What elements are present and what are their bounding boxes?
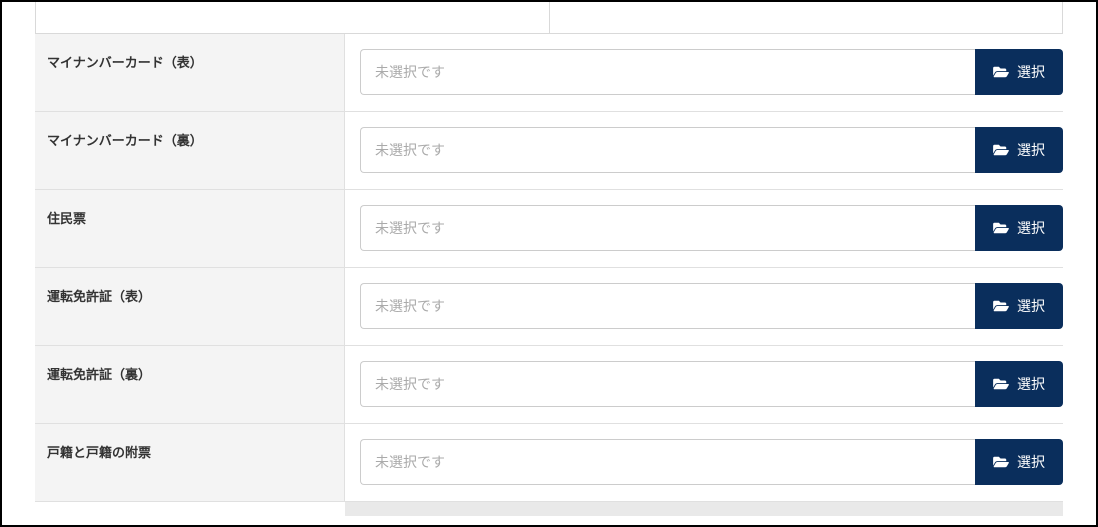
select-button-label: 選択: [1017, 62, 1045, 82]
folder-open-icon: [993, 377, 1009, 391]
file-input-license-front[interactable]: 未選択です: [360, 283, 975, 329]
select-button-license-back[interactable]: 選択: [975, 361, 1063, 407]
select-button-label: 選択: [1017, 218, 1045, 238]
select-button-label: 選択: [1017, 296, 1045, 316]
select-button-mynumber-back[interactable]: 選択: [975, 127, 1063, 173]
file-input-license-back[interactable]: 未選択です: [360, 361, 975, 407]
upload-row-koseki: 戸籍と戸籍の附票 未選択です 選択: [35, 424, 1063, 502]
folder-open-icon: [993, 299, 1009, 313]
select-button-label: 選択: [1017, 140, 1045, 160]
label-license-back: 運転免許証（裏）: [35, 346, 345, 423]
select-button-koseki[interactable]: 選択: [975, 439, 1063, 485]
input-cell: 未選択です 選択: [345, 190, 1063, 267]
input-cell: 未選択です 選択: [345, 424, 1063, 501]
folder-open-icon: [993, 455, 1009, 469]
folder-open-icon: [993, 143, 1009, 157]
file-input-mynumber-front[interactable]: 未選択です: [360, 49, 975, 95]
file-input-koseki[interactable]: 未選択です: [360, 439, 975, 485]
select-button-juminhyo[interactable]: 選択: [975, 205, 1063, 251]
select-button-mynumber-front[interactable]: 選択: [975, 49, 1063, 95]
file-input-juminhyo[interactable]: 未選択です: [360, 205, 975, 251]
upload-row-juminhyo: 住民票 未選択です 選択: [35, 190, 1063, 268]
upload-row-license-front: 運転免許証（表） 未選択です 選択: [35, 268, 1063, 346]
label-mynumber-front: マイナンバーカード（表）: [35, 34, 345, 111]
upload-row-mynumber-front: マイナンバーカード（表） 未選択です 選択: [35, 34, 1063, 112]
folder-open-icon: [993, 221, 1009, 235]
file-input-mynumber-back[interactable]: 未選択です: [360, 127, 975, 173]
label-juminhyo: 住民票: [35, 190, 345, 267]
select-button-label: 選択: [1017, 374, 1045, 394]
select-button-label: 選択: [1017, 452, 1045, 472]
top-empty-row: [2, 2, 1096, 34]
bottom-bar: [345, 502, 1063, 516]
input-cell: 未選択です 選択: [345, 34, 1063, 111]
input-cell: 未選択です 選択: [345, 268, 1063, 345]
folder-open-icon: [993, 65, 1009, 79]
label-license-front: 運転免許証（表）: [35, 268, 345, 345]
label-mynumber-back: マイナンバーカード（裏）: [35, 112, 345, 189]
top-cell-left: [35, 2, 550, 34]
top-cell-right: [550, 2, 1064, 34]
input-cell: 未選択です 選択: [345, 346, 1063, 423]
select-button-license-front[interactable]: 選択: [975, 283, 1063, 329]
input-cell: 未選択です 選択: [345, 112, 1063, 189]
upload-row-mynumber-back: マイナンバーカード（裏） 未選択です 選択: [35, 112, 1063, 190]
label-koseki: 戸籍と戸籍の附票: [35, 424, 345, 501]
upload-row-license-back: 運転免許証（裏） 未選択です 選択: [35, 346, 1063, 424]
